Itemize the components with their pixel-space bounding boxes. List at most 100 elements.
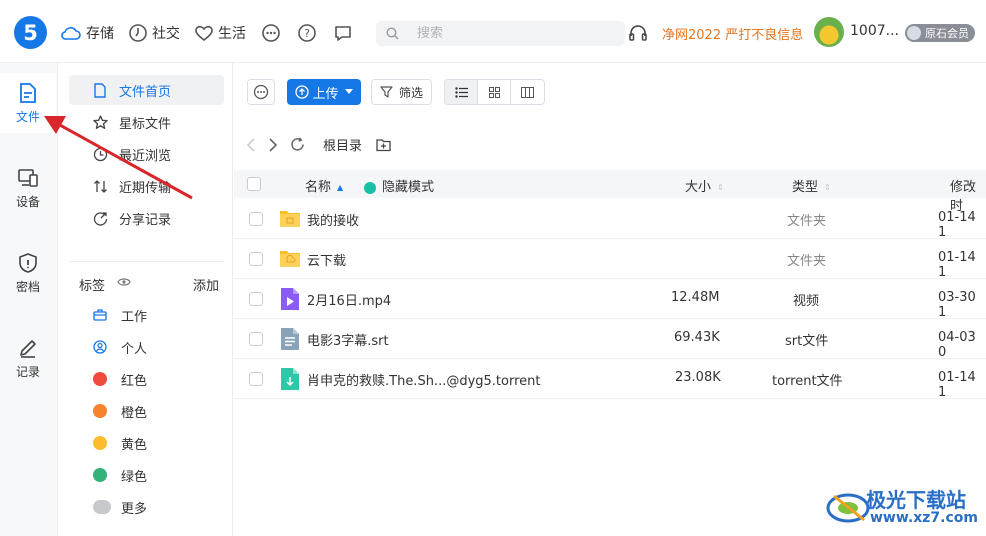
tag-orange[interactable]: 橙色 [93, 401, 147, 421]
nav-life[interactable]: 生活 [194, 23, 246, 43]
table-row[interactable]: 云下载 文件夹 01-14 1 [234, 239, 986, 280]
top-bar: 5 存储 社交 生活 ? 搜索 净网2022 严打不良信息 1007... 原石… [0, 0, 986, 63]
refresh-icon [291, 137, 304, 151]
file-size: 69.43K [674, 330, 720, 345]
tags-header: 标签 添加 [79, 275, 219, 294]
headset-icon[interactable] [628, 23, 648, 47]
promo-text[interactable]: 净网2022 严打不良信息 [662, 24, 803, 43]
message-icon[interactable] [332, 22, 354, 44]
pen-icon [20, 339, 36, 358]
eye-icon[interactable] [117, 276, 131, 288]
privacy-mode-label: 隐藏模式 [382, 180, 435, 195]
column-size[interactable]: 大小 ⇕ [685, 176, 724, 195]
column-type[interactable]: 类型 ⇕ [792, 176, 831, 195]
more-icon [253, 84, 269, 100]
rail-item-devices-label: 设备 [15, 194, 40, 209]
watermark: 极光下载站 www.xz7.com [826, 484, 984, 530]
table-row[interactable]: 电影3字幕.srt 69.43K srt文件 04-03 0 [234, 319, 986, 360]
tag-label: 个人 [121, 341, 148, 357]
view-mode-switcher [444, 79, 546, 105]
refresh-button[interactable] [290, 137, 305, 152]
back-button[interactable] [246, 137, 256, 152]
file-modified: 01-14 1 [938, 250, 976, 280]
row-checkbox[interactable] [249, 252, 263, 266]
share-icon [93, 212, 108, 226]
file-type: 文件夹 [787, 214, 827, 229]
app-logo[interactable]: 5 [14, 16, 47, 49]
privacy-mode-toggle[interactable]: 隐藏模式 [364, 176, 434, 195]
tag-label: 红色 [121, 373, 148, 389]
rail-item-records-label: 记录 [15, 364, 40, 379]
file-modified: 01-14 1 [938, 210, 976, 240]
search-input[interactable] [417, 26, 607, 41]
search-box[interactable] [376, 21, 625, 46]
new-folder-button[interactable] [376, 138, 391, 152]
row-checkbox[interactable] [249, 372, 263, 386]
grid-icon [488, 86, 500, 98]
column-view-button[interactable] [511, 80, 544, 104]
add-tag-button[interactable]: 添加 [193, 275, 219, 294]
file-type: torrent文件 [772, 374, 843, 389]
sort-up-icon: ▲ [337, 183, 344, 192]
nav-storage-label: 存储 [86, 26, 114, 42]
nav-life-label: 生活 [218, 26, 246, 42]
nav-storage[interactable]: 存储 [60, 23, 114, 43]
person-icon [93, 340, 107, 354]
table-row[interactable]: 肖申克的救赎.The.Sh...@dyg5.torrent 23.08K tor… [234, 359, 986, 400]
more-actions-button[interactable] [247, 79, 275, 105]
torrent-file-icon [281, 368, 299, 390]
annotation-arrow [44, 116, 193, 200]
tag-work[interactable]: 工作 [93, 305, 147, 325]
search-icon [386, 27, 399, 40]
filter-button[interactable]: 筛选 [371, 79, 433, 105]
avatar[interactable] [814, 17, 844, 47]
column-name[interactable]: 名称 ▲ [305, 176, 343, 195]
list-view-button[interactable] [445, 80, 479, 104]
forward-button[interactable] [268, 137, 278, 152]
help-icon[interactable]: ? [296, 22, 318, 44]
tag-personal[interactable]: 个人 [93, 337, 147, 357]
briefcase-icon [93, 309, 107, 321]
document-icon [94, 83, 106, 98]
file-name[interactable]: 肖申克的救赎.The.Sh...@dyg5.torrent [307, 370, 541, 389]
file-name[interactable]: 2月16日.mp4 [307, 290, 391, 309]
column-name-label: 名称 [305, 180, 332, 195]
tag-red[interactable]: 红色 [93, 369, 147, 389]
sidebar-item-shares[interactable]: 分享记录 [69, 203, 224, 233]
svg-text:?: ? [304, 27, 310, 40]
table-row[interactable]: 我的接收 文件夹 01-14 1 [234, 199, 986, 240]
column-size-label: 大小 [685, 180, 712, 195]
file-type: srt文件 [785, 334, 829, 349]
upload-button[interactable]: 上传 [287, 79, 361, 105]
sidebar-divider [69, 261, 224, 262]
video-file-icon [281, 288, 299, 310]
tag-more[interactable]: 更多 [93, 497, 147, 517]
device-icon [18, 168, 38, 187]
row-checkbox[interactable] [249, 292, 263, 306]
rail-item-records[interactable]: 记录 [0, 328, 56, 388]
select-all-checkbox[interactable] [247, 177, 261, 191]
sort-icon: ⇕ [717, 183, 724, 192]
table-row[interactable]: 2月16日.mp4 12.48M 视频 03-30 1 [234, 279, 986, 320]
nav-social[interactable]: 社交 [128, 23, 180, 43]
member-badge[interactable]: 原石会员 [905, 24, 975, 42]
row-checkbox[interactable] [249, 332, 263, 346]
file-size: 23.08K [675, 370, 721, 385]
tag-color-dot [93, 404, 107, 418]
breadcrumb-root[interactable]: 根目录 [323, 135, 362, 154]
file-name[interactable]: 云下载 [307, 250, 346, 269]
sidebar-item-file-home[interactable]: 文件首页 [69, 75, 224, 105]
more-icon[interactable] [260, 22, 282, 44]
user-id[interactable]: 1007... [850, 23, 899, 39]
row-checkbox[interactable] [249, 212, 263, 226]
file-name[interactable]: 我的接收 [307, 210, 359, 229]
tag-yellow[interactable]: 黄色 [93, 433, 147, 453]
file-name[interactable]: 电影3字幕.srt [307, 330, 389, 349]
toolbar: 上传 筛选 [247, 79, 546, 105]
tag-label: 橙色 [121, 405, 148, 421]
tag-label: 工作 [121, 309, 148, 325]
tag-green[interactable]: 绿色 [93, 465, 147, 485]
sort-icon: ⇕ [824, 183, 831, 192]
grid-view-button[interactable] [478, 80, 512, 104]
rail-item-vault[interactable]: 密档 [0, 243, 56, 303]
